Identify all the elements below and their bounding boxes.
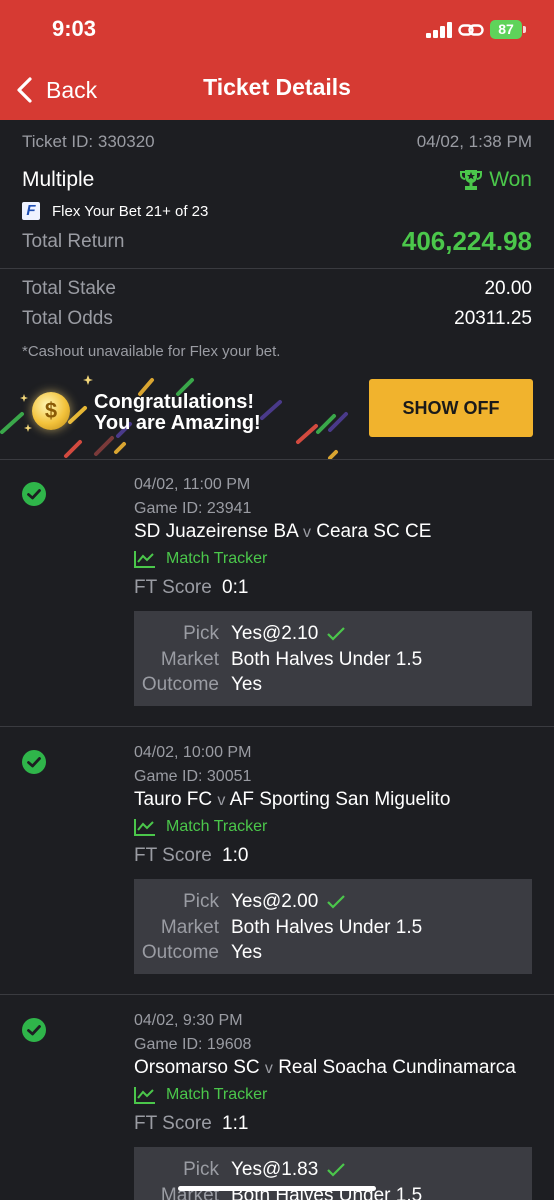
status-label: Won <box>489 168 532 191</box>
match-datetime: 04/02, 10:00 PM <box>134 744 252 761</box>
versus-label: v <box>264 1060 273 1077</box>
ticket-date: 04/02, 1:38 PM <box>416 132 532 151</box>
selection-card: 04/02, 9:30 PM Game ID: 19608 Orsomarso … <box>0 1006 554 1200</box>
ft-score-label: FT Score <box>134 1113 212 1134</box>
divider <box>0 726 554 727</box>
home-indicator[interactable] <box>178 1186 376 1191</box>
match-datetime: 04/02, 11:00 PM <box>134 476 251 493</box>
match-tracker-link[interactable]: Match Tracker <box>134 550 267 568</box>
game-id: Game ID: 23941 <box>134 500 252 517</box>
pick-details: Pick Yes@2.10 Market Both Halves Under 1… <box>134 611 532 706</box>
match-tracker-link[interactable]: Match Tracker <box>134 818 267 836</box>
flex-your-bet-row: F Flex Your Bet 21+ of 23 <box>22 202 208 220</box>
versus-label: v <box>217 792 226 809</box>
congrats-line-2: You are Amazing! <box>94 412 261 434</box>
home-team: Tauro FC <box>134 789 213 810</box>
coin-icon: $ <box>32 392 70 430</box>
checkmark-icon <box>327 895 346 909</box>
check-circle-icon <box>22 1018 46 1042</box>
congrats-text: Congratulations! You are Amazing! <box>94 392 261 434</box>
divider <box>0 459 554 460</box>
checkmark-icon <box>327 1163 346 1177</box>
ticket-id: Ticket ID: 330320 <box>22 132 155 151</box>
market-label: Market <box>160 649 219 670</box>
pick-label: Pick <box>183 1159 219 1180</box>
pick-details: Pick Yes@1.83 Market Both Halves Under 1… <box>134 1147 532 1200</box>
bet-type: Multiple <box>22 168 95 191</box>
check-circle-icon <box>22 482 46 506</box>
game-id: Game ID: 19608 <box>134 1036 252 1053</box>
pick-label: Pick <box>183 623 219 644</box>
selection-card: 04/02, 11:00 PM Game ID: 23941 SD Juazei… <box>0 470 554 726</box>
ft-score-value: 0:1 <box>222 577 249 598</box>
check-circle-icon <box>22 750 46 774</box>
clock: 9:03 <box>52 16 97 41</box>
ft-score-value: 1:1 <box>222 1113 249 1134</box>
battery-tip <box>523 26 526 33</box>
nav-bar: Back Ticket Details <box>0 60 554 120</box>
selection-card: 04/02, 10:00 PM Game ID: 30051 Tauro FC … <box>0 738 554 994</box>
game-id: Game ID: 30051 <box>134 768 252 785</box>
total-stake-label: Total Stake <box>22 278 116 299</box>
total-stake-value: 20.00 <box>484 278 532 299</box>
chart-line-icon <box>134 551 155 568</box>
signal-icon <box>426 22 452 38</box>
back-button[interactable]: Back <box>14 74 97 106</box>
pick-odds: Yes@1.83 <box>231 1159 319 1180</box>
total-odds-label: Total Odds <box>22 308 113 329</box>
pick-odds: Yes@2.10 <box>231 623 319 644</box>
battery-icon: 87 <box>490 20 522 39</box>
outcome-value: Yes <box>231 942 262 963</box>
match-tracker-label: Match Tracker <box>166 818 268 835</box>
pick-value: Yes@2.00 <box>231 891 346 913</box>
versus-label: v <box>302 524 311 541</box>
chevron-left-icon <box>17 77 32 103</box>
outcome-value: Yes <box>231 674 262 695</box>
status-bar: 9:03 87 <box>0 0 554 60</box>
pick-details: Pick Yes@2.00 Market Both Halves Under 1… <box>134 879 532 974</box>
pick-value: Yes@1.83 <box>231 1159 346 1181</box>
ft-score-label: FT Score <box>134 845 212 866</box>
match-tracker-link[interactable]: Match Tracker <box>134 1086 267 1104</box>
away-team: AF Sporting San Miguelito <box>229 789 451 810</box>
home-team: SD Juazeirense BA <box>134 521 298 542</box>
pick-value: Yes@2.10 <box>231 623 346 645</box>
back-label: Back <box>46 76 98 103</box>
total-return-label: Total Return <box>22 231 125 252</box>
chart-line-icon <box>134 1087 155 1104</box>
pick-odds: Yes@2.00 <box>231 891 319 912</box>
checkmark-icon <box>327 627 346 641</box>
total-return-value: 406,224.98 <box>401 226 532 256</box>
market-label: Market <box>160 917 219 938</box>
match-tracker-label: Match Tracker <box>166 550 268 567</box>
divider <box>0 994 554 995</box>
match-name: Tauro FC v AF Sporting San Miguelito <box>134 789 450 811</box>
away-team: Ceara SC CE <box>316 521 432 542</box>
total-odds-value: 20311.25 <box>454 308 532 329</box>
trophy-icon <box>460 170 483 190</box>
flex-label: Flex Your Bet 21+ of 23 <box>52 202 209 220</box>
match-tracker-label: Match Tracker <box>166 1086 268 1103</box>
home-team: Orsomarso SC <box>134 1057 260 1078</box>
market-value: Both Halves Under 1.5 <box>231 649 423 670</box>
status-badge: Won <box>459 168 532 192</box>
match-name: Orsomarso SC v Real Soacha Cundinamarca <box>134 1057 516 1079</box>
ft-score-value: 1:0 <box>222 845 249 866</box>
chart-line-icon <box>134 819 155 836</box>
pick-label: Pick <box>183 891 219 912</box>
market-value: Both Halves Under 1.5 <box>231 917 423 938</box>
flex-logo-icon: F <box>22 202 40 220</box>
ft-score-label: FT Score <box>134 577 212 598</box>
match-name: SD Juazeirense BA v Ceara SC CE <box>134 521 431 543</box>
away-team: Real Soacha Cundinamarca <box>278 1057 516 1078</box>
cashout-note: *Cashout unavailable for Flex your bet. <box>22 343 281 360</box>
show-off-button[interactable]: SHOW OFF <box>369 379 533 437</box>
link-icon <box>458 24 484 36</box>
congrats-line-1: Congratulations! <box>94 391 254 413</box>
divider <box>0 268 554 269</box>
match-datetime: 04/02, 9:30 PM <box>134 1012 243 1029</box>
outcome-label: Outcome <box>141 942 219 963</box>
outcome-label: Outcome <box>141 674 219 695</box>
